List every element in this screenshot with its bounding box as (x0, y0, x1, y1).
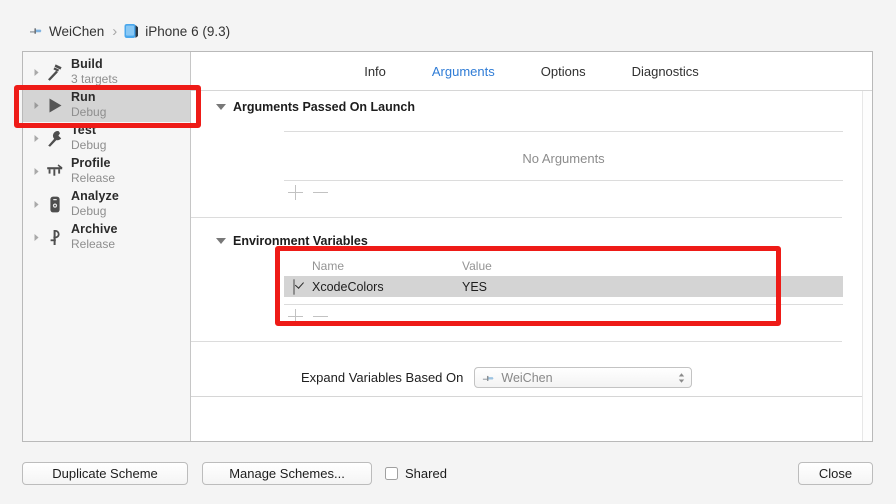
environment-add-remove-controls (287, 308, 337, 325)
sidebar-item-title: Profile (71, 156, 111, 171)
breadcrumb-device-label: iPhone 6 (9.3) (145, 23, 231, 39)
pane-bottom-divider (191, 396, 872, 397)
env-var-name[interactable]: XcodeColors (312, 280, 462, 294)
sidebar-item-archive[interactable]: Archive Release (23, 221, 190, 254)
sidebar-item-subtitle: Release (71, 236, 116, 251)
disclosure-triangle-down-icon[interactable] (216, 238, 226, 244)
tab-options[interactable]: Options (537, 62, 590, 81)
disclosure-triangle-icon[interactable] (30, 231, 43, 244)
scheme-actions-sidebar: Build 3 targets Run Debug Test Debug Pro… (23, 52, 191, 441)
arguments-section-header[interactable]: Arguments Passed On Launch (216, 100, 415, 114)
vertical-scrollbar[interactable] (862, 91, 872, 441)
arguments-table-bottom-rule (284, 180, 843, 181)
column-header-name: Name (312, 259, 345, 273)
scheme-hammer-icon (481, 371, 495, 384)
remove-environment-variable-button[interactable] (312, 308, 329, 325)
column-header-value: Value (462, 259, 492, 273)
sidebar-item-text: Run Debug (71, 91, 106, 119)
expand-variables-label: Expand Variables Based On (301, 370, 464, 385)
disclosure-triangle-icon[interactable] (30, 99, 43, 112)
sidebar-item-build[interactable]: Build 3 targets (23, 56, 190, 89)
tab-arguments[interactable]: Arguments (428, 62, 499, 81)
wrench-icon (44, 128, 66, 150)
sidebar-item-title: Run (71, 90, 96, 105)
speedometer-icon (44, 161, 66, 183)
sidebar-item-title: Analyze (71, 189, 119, 204)
sidebar-item-subtitle: Release (71, 170, 116, 185)
environment-table-bottom-rule (284, 304, 843, 305)
tab-diagnostics[interactable]: Diagnostics (628, 62, 703, 81)
environment-section-divider (191, 341, 842, 342)
environment-variables-table: Name Value XcodeColors YES (284, 256, 843, 297)
scheme-scroll-area: Arguments Passed On Launch No Arguments … (191, 91, 872, 441)
breadcrumb-scheme-label: WeiChen (49, 23, 105, 39)
arguments-section-title: Arguments Passed On Launch (233, 100, 415, 114)
disclosure-triangle-icon[interactable] (30, 198, 43, 211)
breadcrumb-scheme[interactable]: WeiChen (28, 23, 104, 40)
arguments-table-top-rule (284, 131, 843, 132)
duplicate-scheme-button[interactable]: Duplicate Scheme (22, 462, 188, 485)
sidebar-item-title: Archive (71, 222, 118, 237)
add-environment-variable-button[interactable] (287, 308, 304, 325)
scheme-editor-window: Build 3 targets Run Debug Test Debug Pro… (22, 51, 873, 442)
shared-label: Shared (405, 466, 447, 481)
sidebar-item-subtitle: Debug (71, 104, 107, 119)
chevron-updown-icon (678, 372, 685, 383)
sidebar-item-run[interactable]: Run Debug (23, 89, 190, 122)
scheme-hammer-icon (28, 23, 43, 40)
shared-checkbox-group[interactable]: Shared (385, 466, 447, 481)
add-argument-button[interactable] (287, 184, 304, 201)
manage-schemes-button[interactable]: Manage Schemes... (202, 462, 372, 485)
arguments-add-remove-controls (287, 184, 337, 201)
env-var-enabled-checkbox-cell (284, 278, 312, 295)
tab-bar: Info Arguments Options Diagnostics (191, 52, 872, 91)
sidebar-item-title: Build (71, 57, 103, 72)
sidebar-item-text: Build 3 targets (71, 58, 118, 86)
shared-checkbox[interactable] (385, 467, 398, 480)
sidebar-item-analyze[interactable]: Analyze Debug (23, 188, 190, 221)
expand-variables-row: Expand Variables Based On WeiChen (301, 367, 693, 388)
archive-icon (44, 227, 66, 249)
table-row[interactable]: XcodeColors YES (284, 276, 843, 297)
disclosure-triangle-icon[interactable] (30, 132, 43, 145)
expand-variables-popup[interactable]: WeiChen (474, 367, 693, 388)
disclosure-triangle-down-icon[interactable] (216, 104, 226, 110)
analyze-icon (44, 194, 66, 216)
table-header-row: Name Value (284, 256, 843, 276)
breadcrumb: WeiChen › iPhone 6 (9.3) (28, 21, 230, 41)
breadcrumb-separator: › (112, 22, 118, 40)
sidebar-item-profile[interactable]: Profile Release (23, 155, 190, 188)
arguments-pane: Arguments Passed On Launch No Arguments … (191, 91, 872, 441)
disclosure-triangle-icon[interactable] (30, 165, 43, 178)
tab-info[interactable]: Info (360, 62, 390, 81)
sidebar-item-text: Profile Release (71, 157, 115, 185)
scheme-content-pane: Info Arguments Options Diagnostics Argum… (191, 52, 872, 441)
close-button[interactable]: Close (798, 462, 873, 485)
sidebar-item-subtitle: Debug (71, 137, 107, 152)
sidebar-item-subtitle: 3 targets (71, 71, 118, 86)
play-icon (44, 95, 66, 117)
remove-argument-button[interactable] (312, 184, 329, 201)
hammer-icon (44, 62, 66, 84)
environment-section-header[interactable]: Environment Variables (216, 234, 368, 248)
disclosure-triangle-icon[interactable] (30, 66, 43, 79)
arguments-section-divider (191, 217, 842, 218)
breadcrumb-device[interactable]: iPhone 6 (9.3) (124, 23, 230, 39)
sidebar-item-text: Analyze Debug (71, 190, 119, 218)
scheme-editor-sheet: WeiChen › iPhone 6 (9.3) Build 3 targets… (0, 0, 896, 504)
sidebar-item-test[interactable]: Test Debug (23, 122, 190, 155)
env-var-enabled-checkbox[interactable] (293, 278, 295, 295)
env-var-value[interactable]: YES (462, 280, 843, 294)
expand-variables-selected-value: WeiChen (501, 370, 553, 385)
environment-section-title: Environment Variables (233, 234, 368, 248)
sidebar-item-text: Archive Release (71, 223, 118, 251)
no-arguments-placeholder: No Arguments (522, 151, 605, 166)
sidebar-item-subtitle: Debug (71, 203, 107, 218)
sheet-footer: Duplicate Scheme Manage Schemes... Share… (0, 452, 896, 504)
ios-simulator-icon (124, 23, 139, 39)
sidebar-item-text: Test Debug (71, 124, 106, 152)
sidebar-item-title: Test (71, 123, 97, 138)
